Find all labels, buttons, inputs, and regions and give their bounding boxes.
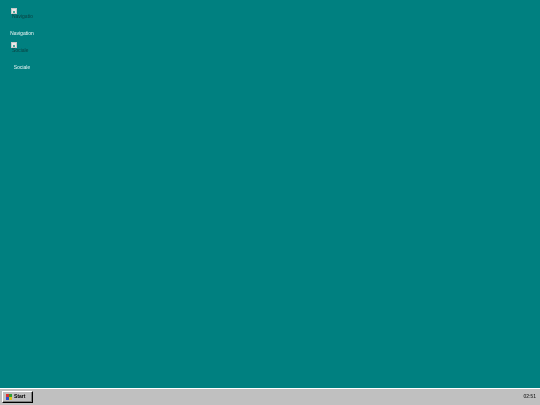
windows-logo-icon xyxy=(6,394,12,400)
desktop-icon-label: Sociale xyxy=(13,65,31,71)
taskbar: Start 02:51 xyxy=(0,388,540,405)
desktop-icon-navigation[interactable]: Navigatio Navigation xyxy=(0,8,44,37)
broken-image-icon: Sociale xyxy=(11,42,31,55)
broken-image-icon: Navigatio xyxy=(11,8,33,21)
desktop-icon-sociale[interactable]: Sociale Sociale xyxy=(0,42,44,71)
desktop: Navigatio Navigation Sociale Sociale xyxy=(0,0,540,388)
icon-alt-text: Sociale xyxy=(12,48,29,54)
icon-alt-text: Navigatio xyxy=(12,14,33,20)
start-label: Start xyxy=(14,394,26,400)
start-button[interactable]: Start xyxy=(2,391,33,403)
desktop-icon-label: Navigation xyxy=(10,31,34,37)
taskbar-clock: 02:51 xyxy=(523,394,536,400)
